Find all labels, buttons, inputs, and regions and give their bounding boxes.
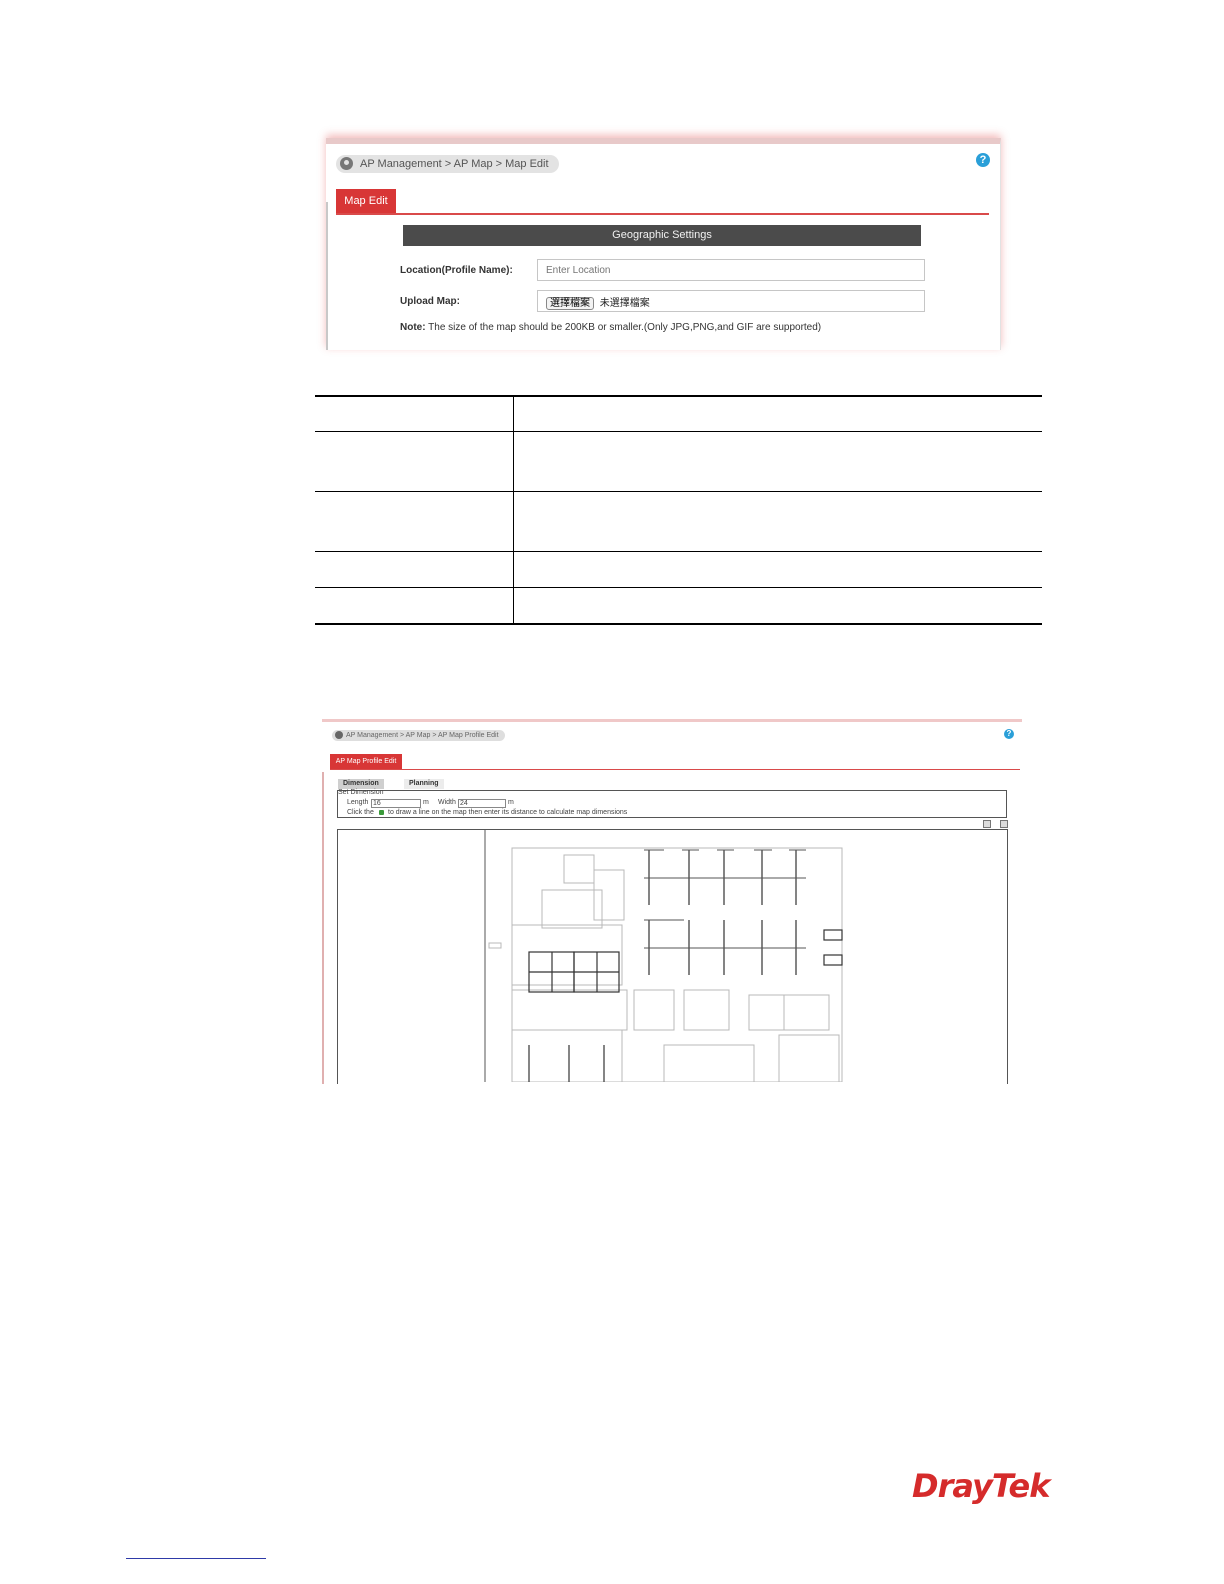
tab-map-edit[interactable]: Map Edit: [336, 189, 396, 214]
location-pin-icon: [335, 731, 343, 739]
table-row-divider: [315, 587, 1042, 588]
help-icon[interactable]: ?: [976, 153, 990, 167]
footer-link-underline[interactable]: [126, 1558, 266, 1559]
width-input[interactable]: 24: [458, 799, 506, 808]
width-unit: m: [508, 799, 514, 806]
set-dimension-label: Set Dimension: [338, 789, 384, 796]
choose-file-button[interactable]: 選擇檔案: [546, 297, 594, 310]
left-border: [326, 202, 328, 350]
tab-underline: [330, 769, 1020, 770]
length-unit: m: [423, 799, 429, 806]
width-label: Width: [438, 799, 456, 806]
breadcrumb-text: AP Management > AP Map > Map Edit: [360, 158, 549, 170]
note-label: Note:: [400, 322, 426, 333]
tab-ap-map-profile-edit[interactable]: AP Map Profile Edit: [330, 754, 402, 770]
help-icon[interactable]: ?: [1004, 729, 1014, 739]
location-input[interactable]: [537, 259, 925, 281]
note: Note: The size of the map should be 200K…: [400, 322, 821, 333]
table-top-rule: [315, 395, 1042, 397]
note-text: The size of the map should be 200KB or s…: [425, 322, 822, 333]
table-bottom-rule: [315, 623, 1042, 625]
subtab-planning-label: Planning: [409, 780, 439, 787]
pencil-icon[interactable]: [379, 810, 384, 815]
breadcrumb[interactable]: AP Management > AP Map > Map Edit: [336, 155, 559, 173]
ap-map-profile-screenshot: AP Management > AP Map > AP Map Profile …: [322, 719, 1022, 1084]
left-border: [322, 772, 324, 1084]
instruction-text: to draw a line on the map then enter its…: [388, 809, 628, 816]
draytek-logo: DrayTek: [912, 1467, 1050, 1505]
location-label: Location(Profile Name):: [400, 265, 513, 276]
table-row-divider: [315, 431, 1042, 432]
table-row-divider: [315, 551, 1042, 552]
location-pin-icon: [340, 157, 353, 170]
table-row-divider: [315, 491, 1042, 492]
subtab-planning[interactable]: Planning: [404, 779, 444, 789]
section-title: Geographic Settings: [403, 225, 921, 246]
length-input[interactable]: 16: [371, 799, 421, 808]
breadcrumb[interactable]: AP Management > AP Map > AP Map Profile …: [332, 730, 505, 741]
zoom-in-icon[interactable]: [1000, 820, 1008, 828]
subtab-dimension[interactable]: Dimension: [338, 779, 384, 789]
upload-map-label: Upload Map:: [400, 296, 460, 307]
upload-map-field: 選擇檔案 未選擇檔案: [537, 290, 925, 312]
instruction-prefix: Click the: [347, 809, 374, 816]
length-label: Length: [347, 799, 369, 806]
zoom-out-icon[interactable]: [983, 820, 991, 828]
table-column-divider: [513, 395, 514, 625]
subtab-dimension-label: Dimension: [343, 780, 379, 787]
tab-underline: [336, 213, 989, 215]
breadcrumb-text: AP Management > AP Map > AP Map Profile …: [346, 732, 499, 739]
file-status: 未選擇檔案: [599, 298, 650, 309]
floor-plan-image: [484, 830, 843, 1082]
map-edit-screenshot: AP Management > AP Map > Map Edit ? Map …: [326, 138, 1001, 350]
